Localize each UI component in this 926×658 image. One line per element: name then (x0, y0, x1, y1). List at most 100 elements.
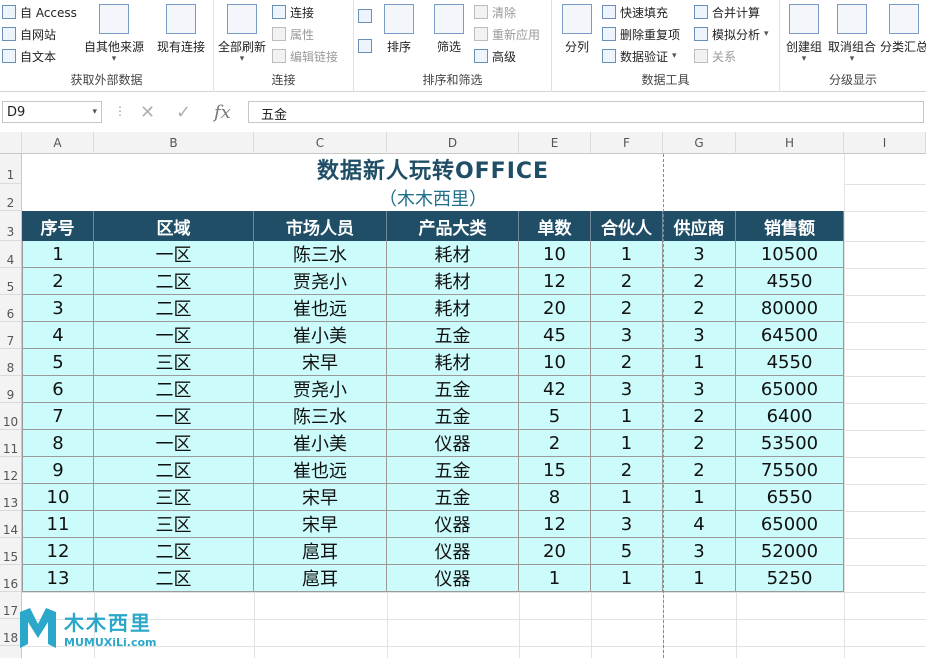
table-cell[interactable]: 6550 (736, 484, 844, 511)
row-header[interactable]: 16 (0, 565, 22, 592)
data-validation-button[interactable]: 数据验证 ▾ (602, 46, 677, 66)
table-cell[interactable]: 三区 (94, 511, 254, 538)
table-cell[interactable]: 65000 (736, 511, 844, 538)
sort-ascending-button[interactable] (358, 6, 376, 26)
table-cell[interactable]: 耗材 (387, 349, 519, 376)
table-cell[interactable]: 二区 (94, 268, 254, 295)
refresh-all-button[interactable]: 全部刷新 ▾ (218, 4, 266, 64)
table-cell[interactable]: 2 (591, 295, 663, 322)
row-header[interactable]: 7 (0, 322, 22, 349)
table-cell[interactable]: 宋早 (254, 511, 387, 538)
connections-button[interactable]: 连接 (272, 2, 314, 22)
clear-filter-button[interactable]: 清除 (474, 2, 516, 22)
row-header[interactable]: 8 (0, 349, 22, 376)
table-cell[interactable]: 2 (663, 268, 736, 295)
table-cell[interactable]: 10500 (736, 241, 844, 268)
table-cell[interactable]: 3 (663, 241, 736, 268)
name-box[interactable]: D9 ▾ (2, 101, 102, 123)
table-cell[interactable]: 4550 (736, 268, 844, 295)
table-header-cell[interactable]: 销售额 (736, 211, 844, 241)
table-cell[interactable]: 3 (591, 322, 663, 349)
table-cell[interactable]: 12 (22, 538, 94, 565)
table-cell[interactable]: 耗材 (387, 295, 519, 322)
reapply-button[interactable]: 重新应用 (474, 24, 540, 44)
table-cell[interactable]: 1 (591, 241, 663, 268)
table-cell[interactable]: 20 (519, 295, 591, 322)
subtotal-button[interactable]: 分类汇总 (880, 4, 926, 55)
table-cell[interactable]: 2 (22, 268, 94, 295)
table-cell[interactable]: 2 (591, 349, 663, 376)
table-cell[interactable]: 8 (519, 484, 591, 511)
table-cell[interactable]: 13 (22, 565, 94, 592)
table-cell[interactable]: 12 (519, 511, 591, 538)
column-header[interactable]: F (591, 132, 663, 154)
table-cell[interactable]: 12 (519, 268, 591, 295)
table-cell[interactable]: 8 (22, 430, 94, 457)
row-header[interactable]: 6 (0, 295, 22, 322)
row-header[interactable]: 13 (0, 484, 22, 511)
from-text-button[interactable]: 自文本 (2, 46, 56, 66)
row-header[interactable]: 9 (0, 376, 22, 403)
table-cell[interactable]: 二区 (94, 376, 254, 403)
table-cell[interactable]: 五金 (387, 376, 519, 403)
table-cell[interactable]: 二区 (94, 295, 254, 322)
table-cell[interactable]: 仪器 (387, 511, 519, 538)
table-cell[interactable]: 五金 (387, 403, 519, 430)
table-cell[interactable]: 20 (519, 538, 591, 565)
table-cell[interactable]: 42 (519, 376, 591, 403)
table-cell[interactable]: 10 (519, 349, 591, 376)
table-cell[interactable]: 5 (22, 349, 94, 376)
table-cell[interactable]: 2 (591, 457, 663, 484)
column-header[interactable]: D (387, 132, 519, 154)
table-cell[interactable]: 2 (519, 430, 591, 457)
table-cell[interactable]: 10 (519, 241, 591, 268)
table-cell[interactable]: 陈三水 (254, 241, 387, 268)
row-header[interactable]: 12 (0, 457, 22, 484)
table-cell[interactable]: 64500 (736, 322, 844, 349)
table-cell[interactable]: 53500 (736, 430, 844, 457)
table-cell[interactable]: 65000 (736, 376, 844, 403)
table-cell[interactable]: 3 (663, 538, 736, 565)
table-cell[interactable]: 二区 (94, 565, 254, 592)
column-header[interactable]: G (663, 132, 736, 154)
table-cell[interactable]: 崔也远 (254, 457, 387, 484)
more-options-icon[interactable]: ⋮ (114, 104, 126, 118)
advanced-filter-button[interactable]: 高级 (474, 46, 516, 66)
row-header[interactable]: 3 (0, 211, 22, 241)
table-cell[interactable]: 2 (663, 295, 736, 322)
group-button[interactable]: 创建组 ▾ (786, 4, 822, 64)
table-header-cell[interactable]: 市场人员 (254, 211, 387, 241)
select-all-corner[interactable] (0, 132, 22, 154)
table-cell[interactable]: 崔小美 (254, 322, 387, 349)
column-header[interactable]: A (22, 132, 94, 154)
row-header[interactable]: 11 (0, 430, 22, 457)
table-cell[interactable]: 一区 (94, 430, 254, 457)
table-cell[interactable]: 4550 (736, 349, 844, 376)
table-cell[interactable]: 贾尧小 (254, 376, 387, 403)
table-cell[interactable]: 1 (519, 565, 591, 592)
sort-descending-button[interactable] (358, 36, 376, 56)
table-cell[interactable]: 2 (663, 457, 736, 484)
table-cell[interactable]: 6 (22, 376, 94, 403)
table-cell[interactable]: 5 (519, 403, 591, 430)
properties-button[interactable]: 属性 (272, 24, 314, 44)
table-cell[interactable]: 仪器 (387, 430, 519, 457)
sheet-subtitle[interactable]: （木木西里） (22, 184, 844, 211)
table-header-cell[interactable]: 合伙人 (591, 211, 663, 241)
table-cell[interactable]: 贾尧小 (254, 268, 387, 295)
table-cell[interactable]: 15 (519, 457, 591, 484)
insert-function-icon[interactable]: fx (214, 102, 231, 123)
table-cell[interactable]: 3 (663, 322, 736, 349)
table-cell[interactable]: 11 (22, 511, 94, 538)
table-cell[interactable]: 1 (663, 349, 736, 376)
table-cell[interactable]: 宋早 (254, 349, 387, 376)
table-cell[interactable]: 1 (663, 484, 736, 511)
table-cell[interactable]: 1 (591, 484, 663, 511)
table-cell[interactable]: 宋早 (254, 484, 387, 511)
table-cell[interactable]: 4 (22, 322, 94, 349)
table-header-cell[interactable]: 供应商 (663, 211, 736, 241)
table-header-cell[interactable]: 单数 (519, 211, 591, 241)
table-cell[interactable]: 3 (22, 295, 94, 322)
table-cell[interactable]: 3 (663, 376, 736, 403)
table-cell[interactable]: 耗材 (387, 268, 519, 295)
